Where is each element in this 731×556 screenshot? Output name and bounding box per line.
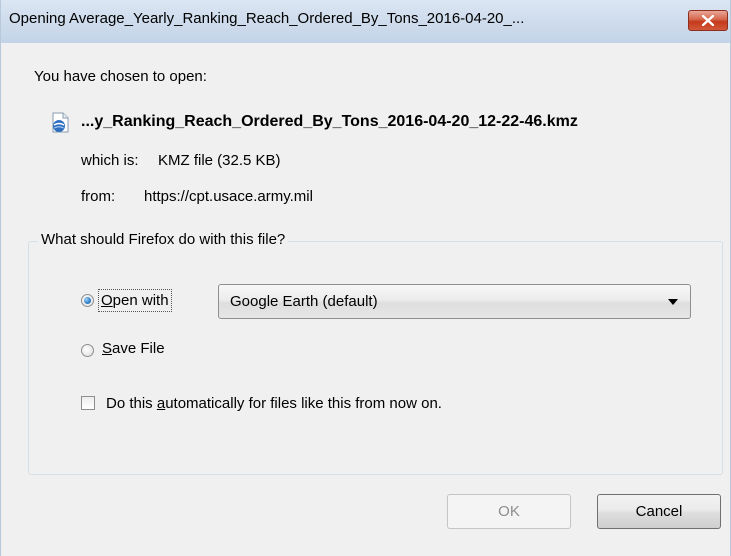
close-icon (702, 15, 714, 26)
open-with-accel: O (101, 292, 113, 309)
save-file-rest: ave File (112, 340, 165, 357)
open-with-radio[interactable] (81, 294, 94, 307)
ok-button[interactable]: OK (447, 494, 571, 529)
kmz-file-icon (49, 112, 71, 138)
save-file-accel: S (102, 340, 113, 357)
download-dialog-window: Opening Average_Yearly_Ranking_Reach_Ord… (0, 0, 731, 556)
auto-action-label[interactable]: Do this automatically for files like thi… (106, 395, 442, 412)
application-dropdown[interactable]: Google Earth (default) (218, 284, 691, 319)
title-bar[interactable]: Opening Average_Yearly_Ranking_Reach_Ord… (1, 0, 730, 43)
chevron-down-icon (668, 299, 678, 305)
auto-action-accel: a (156, 395, 166, 412)
auto-action-prefix: Do this (106, 395, 157, 412)
auto-action-rest: utomatically for files like this from no… (165, 395, 442, 412)
dialog-body: You have chosen to open: ...y_Ranking_Re… (1, 43, 730, 556)
save-file-radio[interactable] (81, 344, 94, 357)
cancel-button[interactable]: Cancel (597, 494, 721, 529)
file-name: ...y_Ranking_Reach_Ordered_By_Tons_2016-… (81, 113, 578, 130)
group-title: What should Firefox do with this file? (38, 231, 289, 248)
save-file-label[interactable]: Save File (102, 340, 165, 357)
which-is-label: which is: (81, 152, 139, 169)
application-dropdown-value: Google Earth (default) (230, 293, 378, 310)
from-label: from: (81, 188, 116, 205)
chosen-to-open-label: You have chosen to open: (34, 68, 207, 85)
open-with-rest: pen with (112, 292, 169, 309)
source-url-value: https://cpt.usace.army.mil (144, 188, 313, 205)
close-button[interactable] (688, 10, 728, 31)
file-action-groupbox (28, 241, 723, 475)
file-type-value: KMZ file (32.5 KB) (158, 152, 281, 169)
window-title: Opening Average_Yearly_Ranking_Reach_Ord… (9, 10, 525, 27)
open-with-label[interactable]: Open with (98, 289, 172, 312)
auto-action-checkbox[interactable] (81, 396, 95, 410)
